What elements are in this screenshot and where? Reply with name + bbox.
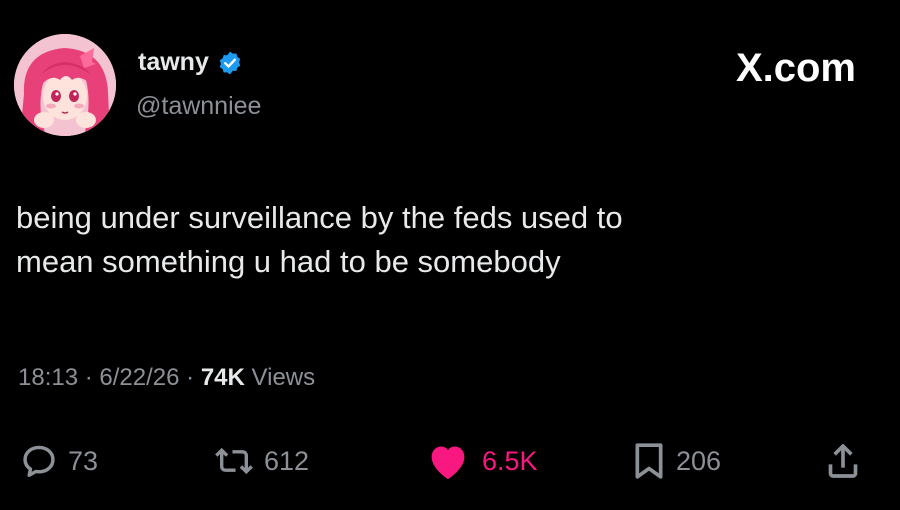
views-count: 74K [200,364,245,391]
tweet-text-line: being under surveillance by the feds use… [16,200,623,235]
author-handle[interactable]: @tawnniee [136,92,261,121]
share-icon [826,441,860,481]
meta-separator: · [186,364,195,391]
like-count: 6.5K [482,445,538,476]
bookmark-button[interactable]: 206 [632,436,721,486]
reply-button[interactable]: 73 [20,436,98,486]
repost-count: 612 [264,445,310,476]
tweet-time[interactable]: 18:13 [18,364,78,391]
heart-icon [424,441,472,481]
tweet-date[interactable]: 6/22/26 [99,364,179,391]
action-bar: 73 612 6.5K 206 [0,436,900,486]
bookmark-icon [632,441,666,481]
reply-count: 73 [68,445,99,476]
views-label: Views [251,364,316,391]
tweet-text-line: mean something u had to be somebody [16,244,561,279]
repost-button[interactable]: 612 [214,436,309,486]
repost-icon [214,442,254,480]
verified-badge-icon [217,50,243,76]
avatar-image [14,34,116,136]
tweet-text: being under surveillance by the feds use… [16,196,876,284]
tweet-meta: 18:13 · 6/22/26 · 74K Views [18,364,315,392]
meta-separator: · [84,364,93,391]
author-name-row: tawny [138,48,243,77]
avatar[interactable] [14,34,116,136]
reply-icon [20,442,58,480]
bookmark-count: 206 [676,445,722,476]
like-button[interactable]: 6.5K [424,436,538,486]
author-display-name[interactable]: tawny [138,48,209,77]
site-brand: X.com [735,46,856,90]
share-button[interactable] [826,436,860,486]
